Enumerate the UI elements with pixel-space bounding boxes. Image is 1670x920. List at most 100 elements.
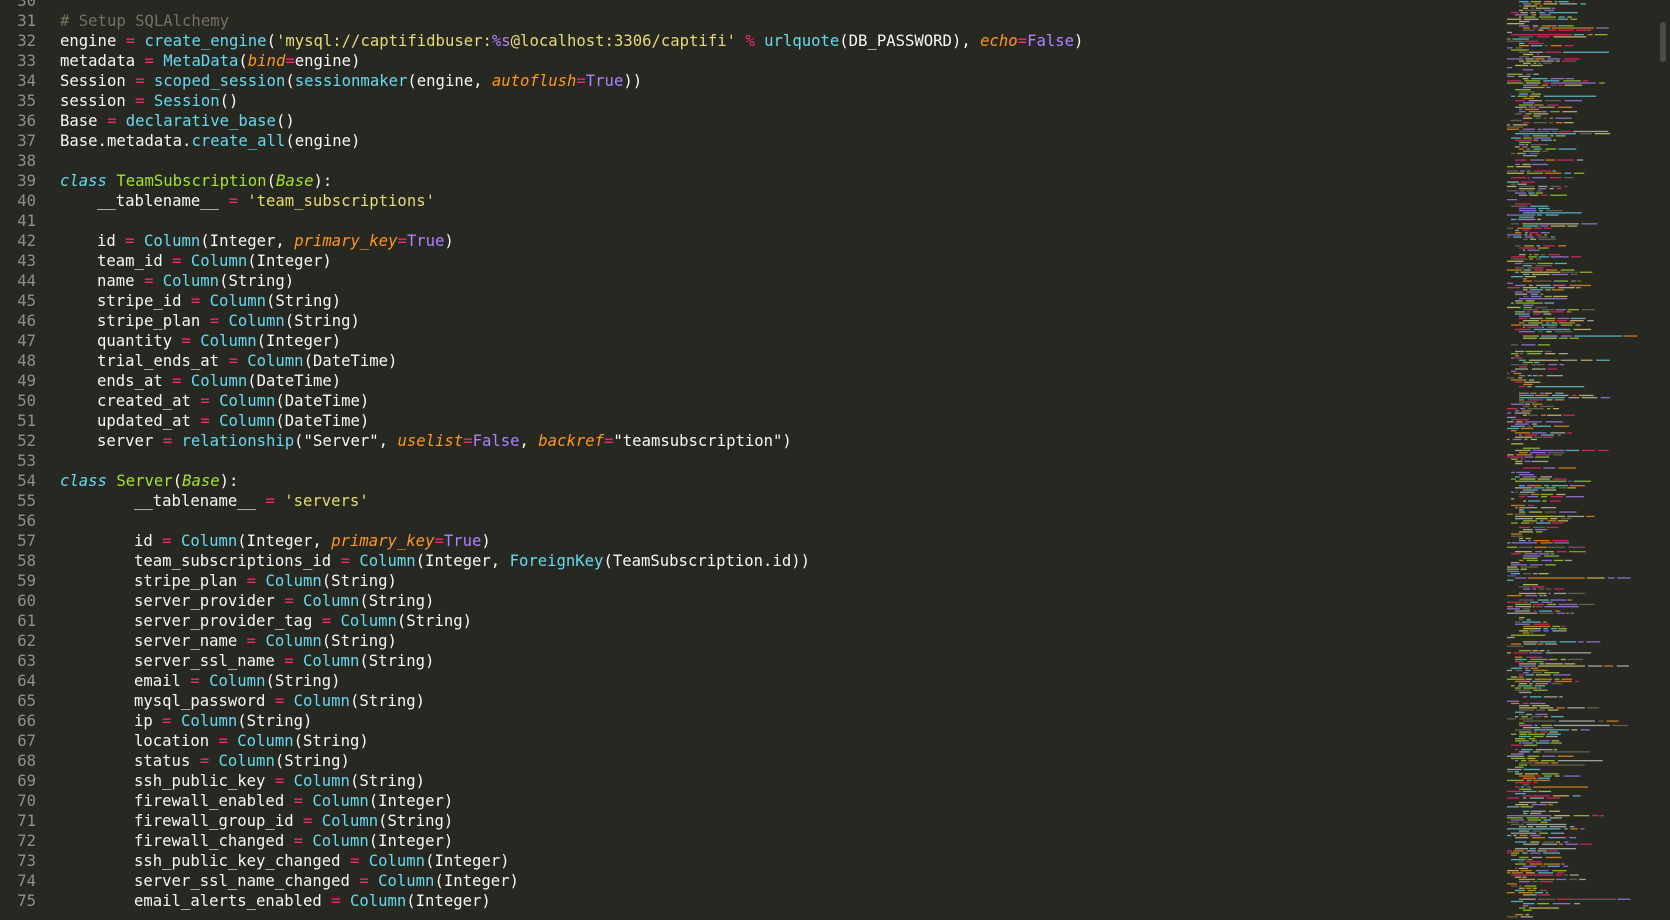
code-token: Column	[303, 592, 360, 610]
code-token: id	[97, 232, 126, 250]
code-line[interactable]: 63 server_ssl_name = Column(String)	[0, 651, 1505, 671]
code-line[interactable]: 56	[0, 511, 1505, 531]
code-line[interactable]: 55 __tablename__ = 'servers'	[0, 491, 1505, 511]
code-line[interactable]: 40 __tablename__ = 'team_subscriptions'	[0, 191, 1505, 211]
code-token: =	[162, 432, 173, 450]
code-line[interactable]: 62 server_name = Column(String)	[0, 631, 1505, 651]
code-token: Column	[190, 372, 248, 390]
code-token: Column	[312, 832, 369, 850]
code-token: =	[246, 572, 257, 590]
code-token: (Integer)	[406, 892, 491, 910]
line-code: id = Column(Integer, primary_key=True)	[97, 231, 454, 251]
code-line[interactable]: 67 location = Column(String)	[0, 731, 1505, 751]
code-editor[interactable]: 30 31 # Setup SQLAlchemy 32 engine = create_…	[0, 0, 1670, 920]
line-number: 52	[17, 432, 36, 450]
code-line[interactable]: 57 id = Column(Integer, primary_key=True)	[0, 531, 1505, 551]
line-code: server_provider = Column(String)	[134, 591, 434, 611]
code-line[interactable]: 43 team_id = Column(Integer)	[0, 251, 1505, 271]
code-line[interactable]: 73 ssh_public_key_changed = Column(Intege…	[0, 851, 1505, 871]
code-token: ip	[134, 712, 163, 730]
code-line[interactable]: 47 quantity = Column(Integer)	[0, 331, 1505, 351]
code-line[interactable]: 39 class TeamSubscription(Base):	[0, 171, 1505, 191]
code-line[interactable]: 52 server = relationship("Server", uselis…	[0, 431, 1505, 451]
code-token: =	[228, 352, 238, 370]
code-token: quantity	[97, 332, 182, 350]
code-line[interactable]: 66 ip = Column(String)	[0, 711, 1505, 731]
code-token: stripe_id	[97, 292, 191, 310]
line-number: 70	[17, 792, 36, 810]
code-line[interactable]: 75 email_alerts_enabled = Column(Integer)	[0, 891, 1505, 911]
code-token: session	[60, 92, 136, 110]
code-line[interactable]: 58 team_subscriptions_id = Column(Integer…	[0, 551, 1505, 571]
line-number: 55	[17, 492, 36, 510]
code-token: (String)	[359, 592, 435, 610]
code-line[interactable]: 70 firewall_enabled = Column(Integer)	[0, 791, 1505, 811]
code-line[interactable]: 60 server_provider = Column(String)	[0, 591, 1505, 611]
code-line[interactable]: 71 firewall_group_id = Column(String)	[0, 811, 1505, 831]
code-line[interactable]: 65 mysql_password = Column(String)	[0, 691, 1505, 711]
code-line[interactable]: 46 stripe_plan = Column(String)	[0, 311, 1505, 331]
line-code: mysql_password = Column(String)	[134, 691, 425, 711]
line-code: ssh_public_key = Column(String)	[134, 771, 425, 791]
code-line[interactable]: 42 id = Column(Integer, primary_key=True)	[0, 231, 1505, 251]
code-line[interactable]: 38	[0, 151, 1505, 171]
code-token: MetaData	[163, 52, 239, 70]
code-line[interactable]: 59 stripe_plan = Column(String)	[0, 571, 1505, 591]
code-token: (DateTime)	[275, 392, 370, 410]
code-line[interactable]: 68 status = Column(String)	[0, 751, 1505, 771]
code-token: server_provider	[134, 592, 285, 610]
code-line[interactable]: 36 Base = declarative_base()	[0, 111, 1505, 131]
code-token: Column	[265, 632, 322, 650]
code-line[interactable]: 64 email = Column(String)	[0, 671, 1505, 691]
code-token: mysql_password	[134, 692, 275, 710]
code-line[interactable]: 32 engine = create_engine('mysql://captif…	[0, 31, 1505, 51]
code-token: (	[172, 472, 183, 490]
code-line[interactable]: 49 ends_at = Column(DateTime)	[0, 371, 1505, 391]
code-token: (String)	[321, 632, 397, 650]
code-line[interactable]: 74 server_ssl_name_changed = Column(Integ…	[0, 871, 1505, 891]
code-line[interactable]: 72 firewall_changed = Column(Integer)	[0, 831, 1505, 851]
code-line[interactable]: 53	[0, 451, 1505, 471]
code-token: scoped_session	[153, 72, 286, 90]
code-line[interactable]: 35 session = Session()	[0, 91, 1505, 111]
code-line[interactable]: 44 name = Column(String)	[0, 271, 1505, 291]
line-number: 65	[17, 692, 36, 710]
code-area[interactable]: 30 31 # Setup SQLAlchemy 32 engine = create_…	[0, 0, 1505, 911]
line-code: stripe_plan = Column(String)	[97, 311, 360, 331]
code-line[interactable]: 51 updated_at = Column(DateTime)	[0, 411, 1505, 431]
code-line[interactable]: 61 server_provider_tag = Column(String)	[0, 611, 1505, 631]
code-token: (String)	[284, 312, 360, 330]
vertical-scrollbar[interactable]	[1655, 0, 1670, 920]
line-code: Session = scoped_session(sessionmaker(en…	[60, 71, 642, 91]
scrollbar-thumb[interactable]	[1660, 22, 1666, 62]
code-line[interactable]: 48 trial_ends_at = Column(DateTime)	[0, 351, 1505, 371]
code-token: =	[125, 232, 135, 250]
code-line[interactable]: 31 # Setup SQLAlchemy	[0, 11, 1505, 31]
code-line[interactable]: 54 class Server(Base):	[0, 471, 1505, 491]
line-code: id = Column(Integer, primary_key=True)	[134, 531, 491, 551]
code-line[interactable]: 34 Session = scoped_session(sessionmaker(…	[0, 71, 1505, 91]
line-number: 72	[17, 832, 36, 850]
line-code: stripe_id = Column(String)	[97, 291, 341, 311]
code-line[interactable]: 30	[0, 0, 1505, 11]
code-line[interactable]: 69 ssh_public_key = Column(String)	[0, 771, 1505, 791]
code-token: =	[143, 272, 154, 290]
code-line[interactable]: 33 metadata = MetaData(bind=engine)	[0, 51, 1505, 71]
code-token: Column	[359, 552, 416, 570]
code-token: Column	[209, 672, 266, 690]
code-line[interactable]: 50 created_at = Column(DateTime)	[0, 391, 1505, 411]
line-code: server_provider_tag = Column(String)	[134, 611, 472, 631]
code-line[interactable]: 41	[0, 211, 1505, 231]
code-token: Column	[321, 812, 379, 830]
minimap[interactable]	[1505, 0, 1655, 920]
code-line[interactable]: 37 Base.metadata.create_all(engine)	[0, 131, 1505, 151]
code-line[interactable]: 45 stripe_id = Column(String)	[0, 291, 1505, 311]
code-token: ("Server",	[294, 432, 398, 450]
